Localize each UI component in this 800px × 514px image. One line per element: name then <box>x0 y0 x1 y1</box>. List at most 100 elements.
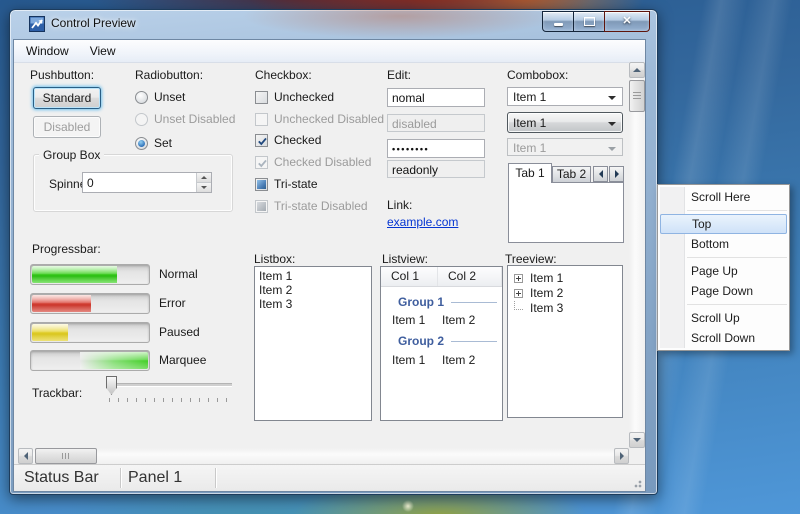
listview-group-1: Group 1 <box>398 295 497 309</box>
listview-column-2[interactable]: Col 2 <box>438 267 502 286</box>
listview-cell[interactable]: Item 1 <box>392 313 425 327</box>
maximize-button[interactable] <box>573 11 605 32</box>
tab-1[interactable]: Tab 1 <box>508 163 552 183</box>
horizontal-scroll-thumb[interactable] <box>35 448 97 464</box>
progressbar-error <box>30 293 150 314</box>
spinner-up-button[interactable] <box>197 173 211 182</box>
radio-unset[interactable]: Unset <box>135 90 185 104</box>
combobox-button[interactable]: Item 1 <box>507 112 623 133</box>
progressbar-marquee-label: Marquee <box>159 353 207 367</box>
listview-column-1[interactable]: Col 1 <box>381 267 438 286</box>
window-titlebar[interactable]: Control Preview ✕ <box>10 10 657 38</box>
listbox-item[interactable]: Item 3 <box>255 297 371 311</box>
link-heading: Link: <box>387 198 413 212</box>
menu-item-scroll-up[interactable]: Scroll Up <box>658 308 789 328</box>
treeview-item-3[interactable]: Item 3 <box>514 300 563 315</box>
menu-item-bottom[interactable]: Bottom <box>658 234 789 254</box>
progressbar-paused-fill <box>32 324 68 341</box>
listview-cell[interactable]: Item 2 <box>442 313 475 327</box>
menu-item-scroll-here[interactable]: Scroll Here <box>658 187 789 207</box>
status-panel-0: Status Bar <box>24 469 99 486</box>
radio-set-label: Set <box>154 136 173 150</box>
disabled-button: Disabled <box>33 116 101 138</box>
combobox-normal-arrow-icon[interactable] <box>608 96 616 100</box>
edit-password-input[interactable]: •••••••• <box>387 139 485 158</box>
combobox-normal-value: Item 1 <box>513 90 547 104</box>
edit-readonly-input[interactable]: readonly <box>387 160 485 178</box>
checkbox-checked-icon[interactable] <box>255 133 268 147</box>
menu-item-scroll-down[interactable]: Scroll Down <box>658 328 789 348</box>
tab-scroll-right-icon <box>614 170 619 178</box>
listview-cell[interactable]: Item 2 <box>442 353 475 367</box>
example-link[interactable]: example.com <box>387 215 458 229</box>
menu-item-top[interactable]: Top <box>660 214 787 234</box>
spinner-buttons <box>196 173 211 192</box>
menu-bar: Window View <box>14 40 645 63</box>
trackbar-ticks <box>109 398 232 402</box>
treeview-item-2-label[interactable]: Item 2 <box>530 286 563 300</box>
minimize-button[interactable] <box>542 11 574 32</box>
radio-set-icon[interactable] <box>135 136 148 150</box>
scroll-up-icon <box>633 68 641 72</box>
progressbar-normal-label: Normal <box>159 267 198 281</box>
menu-item-view[interactable]: View <box>81 41 125 61</box>
treeview-item-2[interactable]: Item 2 <box>514 286 563 300</box>
checkbox-tristate-icon[interactable] <box>255 177 268 191</box>
treeview-item-3-label[interactable]: Item 3 <box>530 301 563 315</box>
scroll-right-button[interactable] <box>614 448 629 464</box>
scrollbar-context-menu: Scroll Here Top Bottom Page Up Page Down… <box>657 184 790 351</box>
menu-item-page-up[interactable]: Page Up <box>658 261 789 281</box>
tab-scroll-left-button[interactable] <box>593 166 608 182</box>
standard-button[interactable]: Standard <box>33 87 101 109</box>
combobox-button-arrow-icon[interactable] <box>608 122 616 126</box>
treeview-item-1[interactable]: Item 1 <box>514 271 563 285</box>
checkbox-tristate[interactable]: Tri-state <box>255 177 318 191</box>
tree-expand-icon[interactable] <box>514 288 523 298</box>
radio-unset-icon[interactable] <box>135 90 148 104</box>
treeview-item-1-label[interactable]: Item 1 <box>530 271 563 285</box>
checkbox-unchecked-icon[interactable] <box>255 90 268 104</box>
vertical-scroll-thumb[interactable] <box>629 80 645 112</box>
app-window: Control Preview ✕ Window View Pushbutton… <box>9 9 658 495</box>
listbox-item[interactable]: Item 2 <box>255 283 371 297</box>
checkbox-checked[interactable]: Checked <box>255 133 321 147</box>
listbox[interactable]: Item 1 Item 2 Item 3 <box>254 266 372 421</box>
desktop-wallpaper: Control Preview ✕ Window View Pushbutton… <box>0 0 800 514</box>
client-area: Pushbutton: Standard Disabled Radiobutto… <box>14 62 645 448</box>
spinner-input[interactable]: 0 <box>82 172 212 193</box>
radio-unset-label: Unset <box>154 90 186 104</box>
combobox-button-value: Item 1 <box>513 116 547 130</box>
radio-set[interactable]: Set <box>135 136 172 150</box>
scroll-up-button[interactable] <box>629 62 645 78</box>
pushbutton-heading: Pushbutton: <box>30 68 95 82</box>
checkbox-unchecked[interactable]: Unchecked <box>255 90 334 104</box>
combobox-disabled-value: Item 1 <box>513 141 547 155</box>
menu-item-window[interactable]: Window <box>17 41 78 61</box>
checkbox-tristate-disabled-icon <box>255 199 268 213</box>
listview-cell[interactable]: Item 1 <box>392 353 425 367</box>
progressbar-marquee-fill <box>79 352 148 369</box>
spinner-down-button[interactable] <box>197 182 211 192</box>
checkbox-tristate-disabled: Tri-state Disabled <box>255 199 368 213</box>
resize-grip[interactable] <box>632 478 642 488</box>
tree-expand-icon[interactable] <box>514 273 523 283</box>
listview-header: Col 1 Col 2 <box>381 267 502 287</box>
trackbar-groove[interactable] <box>106 383 232 387</box>
tab-scroll-right-button[interactable] <box>609 166 624 182</box>
radiobutton-heading: Radiobutton: <box>135 68 204 82</box>
combobox-normal[interactable]: Item 1 <box>507 87 623 106</box>
tab-2[interactable]: Tab 2 <box>552 166 591 183</box>
trackbar-thumb[interactable] <box>106 376 117 395</box>
listbox-item[interactable]: Item 1 <box>255 269 371 283</box>
vertical-scrollbar[interactable] <box>629 62 645 448</box>
menu-item-page-down[interactable]: Page Down <box>658 281 789 301</box>
edit-normal-input[interactable]: nomal <box>387 88 485 107</box>
scroll-down-button[interactable] <box>629 432 645 448</box>
scroll-left-button[interactable] <box>18 448 33 464</box>
scroll-down-icon <box>633 438 641 442</box>
close-button[interactable]: ✕ <box>604 11 650 32</box>
horizontal-scrollbar[interactable] <box>18 448 629 464</box>
listview[interactable]: Col 1 Col 2 Group 1 Item 1 Item 2 Group … <box>380 266 503 421</box>
progressbar-error-label: Error <box>159 296 186 310</box>
treeview[interactable]: Item 1 Item 2 Item 3 <box>507 265 623 418</box>
